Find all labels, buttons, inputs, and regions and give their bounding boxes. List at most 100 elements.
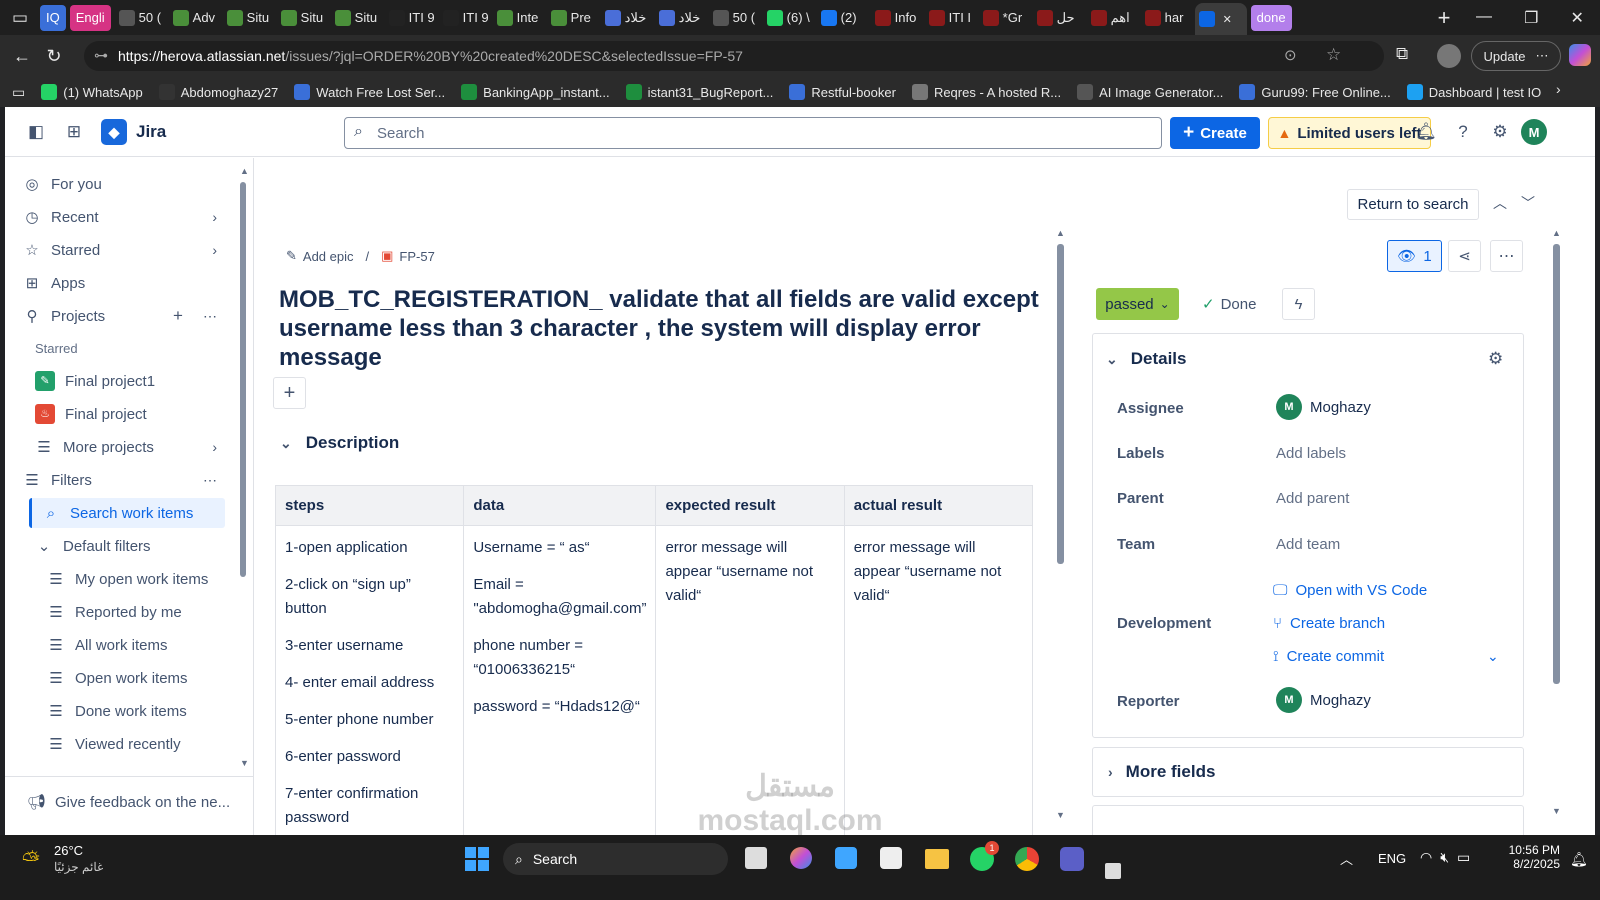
browser-tab[interactable]: Inte: [493, 5, 543, 31]
parent-value[interactable]: Add parent: [1276, 490, 1349, 507]
give-feedback-link[interactable]: 📢︎ Give feedback on the ne...: [27, 787, 247, 817]
temperature[interactable]: 26°C: [54, 843, 83, 858]
browser-tab[interactable]: 50 (: [115, 5, 165, 31]
bookmark-item[interactable]: istant31_BugReport...: [625, 84, 773, 100]
bookmark-item[interactable]: Guru99: Free Online...: [1239, 84, 1391, 100]
add-epic-link[interactable]: Add epic: [303, 249, 354, 264]
sidebar-item-filter[interactable]: ☰ Viewed recently: [47, 729, 227, 759]
issue-title[interactable]: MOB_TC_REGISTERATION_ validate that all …: [279, 285, 1039, 372]
limited-users-button[interactable]: ▲ Limited users left: [1268, 117, 1431, 149]
sidebar-item-filter[interactable]: ☰ My open work items: [47, 564, 227, 594]
notifications-icon[interactable]: 🔔︎: [1570, 851, 1588, 868]
details-settings-icon[interactable]: ⚙: [1488, 349, 1503, 369]
system-tray[interactable]: ◠ 🔇︎ ▭: [1420, 849, 1470, 866]
windows-start-icon[interactable]: [465, 847, 489, 871]
reporter-value[interactable]: M Moghazy: [1276, 687, 1371, 713]
browser-tab[interactable]: har: [1141, 5, 1191, 31]
more-dots-icon[interactable]: ⋯: [203, 308, 217, 325]
automation-lightning-icon[interactable]: ϟ: [1282, 288, 1315, 320]
restore-icon[interactable]: ❐: [1524, 8, 1538, 28]
previous-issue-icon[interactable]: ︿: [1493, 193, 1507, 213]
bookmark-item[interactable]: BankingApp_instant...: [461, 84, 610, 100]
sidebar-item-recent[interactable]: ◷ Recent ›: [23, 202, 223, 232]
reading-list-icon[interactable]: ▭: [12, 84, 25, 101]
scroll-up-icon[interactable]: ▲: [1056, 228, 1065, 238]
browser-tab[interactable]: 50 (: [709, 5, 759, 31]
chrome-icon[interactable]: [1015, 847, 1039, 871]
browser-tab[interactable]: Situ: [277, 5, 327, 31]
microsoft-store-icon[interactable]: [880, 847, 902, 869]
browser-tab[interactable]: ITI 9: [439, 5, 489, 31]
browser-tab[interactable]: Situ: [331, 5, 381, 31]
open-vs-code-link[interactable]: 🖵︎ Open with VS Code: [1273, 582, 1427, 599]
sidebar-item-for-you[interactable]: ◎ For you: [23, 169, 223, 199]
close-window-icon[interactable]: ✕: [1571, 8, 1584, 28]
browser-tab[interactable]: ✕: [1194, 3, 1247, 35]
issue-key-link[interactable]: FP-57: [399, 249, 434, 264]
bookmarks-overflow-icon[interactable]: ›: [1556, 81, 1561, 97]
copilot-icon[interactable]: [1569, 44, 1591, 66]
app-switcher-icon[interactable]: ⊞: [62, 120, 86, 144]
reader-mode-icon[interactable]: ⊙: [1284, 46, 1297, 64]
return-to-search-button[interactable]: Return to search: [1347, 189, 1479, 220]
copilot-taskbar-icon[interactable]: [790, 847, 812, 869]
data-cell[interactable]: Username = “ as“ Email = "abdomogha@gmail…: [463, 525, 657, 847]
tab-actions-icon[interactable]: ▭: [0, 6, 40, 30]
url-field[interactable]: ⊶ https://herova.atlassian.net/issues/?j…: [84, 41, 1384, 71]
new-tab-button[interactable]: +: [1428, 2, 1460, 34]
scroll-up-icon[interactable]: ▲: [1552, 228, 1561, 238]
bookmark-item[interactable]: Abdomoghazy27: [158, 84, 278, 100]
bookmark-item[interactable]: Dashboard | test IO: [1406, 84, 1541, 100]
user-avatar[interactable]: M: [1521, 119, 1547, 145]
details-header[interactable]: ⌄ Details: [1106, 349, 1186, 369]
add-content-button[interactable]: +: [273, 377, 306, 409]
browser-tab[interactable]: اهم: [1087, 5, 1137, 31]
scroll-down-icon[interactable]: ▼: [1552, 806, 1561, 816]
minimize-icon[interactable]: —: [1476, 8, 1492, 28]
status-dropdown[interactable]: passed ⌄: [1096, 288, 1179, 320]
sidebar-item-final-project1[interactable]: ✎ Final project1: [35, 366, 235, 396]
app-name[interactable]: Jira: [136, 122, 166, 142]
steps-cell[interactable]: 1-open application 2-click on “sign up” b…: [274, 525, 465, 847]
browser-tab[interactable]: Pre: [547, 5, 597, 31]
bookmark-item[interactable]: Reqres - A hosted R...: [911, 84, 1061, 100]
teams-icon[interactable]: [1060, 847, 1084, 871]
taskbar-search[interactable]: ⌕ Search: [503, 843, 728, 875]
clock[interactable]: 10:56 PM 8/2/2025: [1500, 843, 1560, 871]
bookmark-item[interactable]: (1) WhatsApp: [41, 84, 143, 100]
tab-close-icon[interactable]: ✕: [1223, 13, 1232, 26]
sidebar-item-filters[interactable]: ☰ Filters ⋯: [23, 465, 223, 495]
scroll-down-icon[interactable]: ▼: [1056, 810, 1065, 820]
scroll-up-icon[interactable]: ▲: [240, 166, 249, 176]
browser-tab[interactable]: (6) \: [763, 5, 813, 31]
sidebar-item-filter[interactable]: ☰ All work items: [47, 630, 227, 660]
details-scroll-thumb[interactable]: [1553, 244, 1560, 684]
sidebar-scrollbar[interactable]: ▲ ▼: [238, 166, 249, 768]
development-expand-icon[interactable]: ⌄: [1487, 648, 1499, 665]
snipping-tool-icon[interactable]: [1105, 863, 1121, 879]
tray-overflow-icon[interactable]: ︿: [1340, 849, 1353, 868]
site-info-icon[interactable]: ⊶: [94, 47, 108, 64]
bookmark-item[interactable]: Restful-booker: [789, 84, 896, 100]
sidebar-item-apps[interactable]: ⊞ Apps: [23, 268, 223, 298]
back-icon[interactable]: ←: [6, 40, 38, 72]
sidebar-scroll-thumb[interactable]: [240, 182, 246, 577]
bookmark-item[interactable]: AI Image Generator...: [1077, 84, 1223, 100]
details-scrollbar[interactable]: ▲ ▼: [1552, 228, 1562, 823]
share-icon[interactable]: ⋖: [1448, 240, 1481, 272]
browser-tab[interactable]: done: [1250, 4, 1292, 31]
sidebar-toggle-icon[interactable]: ◧: [24, 120, 48, 144]
team-value[interactable]: Add team: [1276, 536, 1340, 553]
description-header[interactable]: ⌄ Description: [280, 433, 399, 453]
add-project-icon[interactable]: +: [173, 306, 183, 326]
next-issue-icon[interactable]: ﹀: [1521, 193, 1535, 213]
assignee-value[interactable]: M Moghazy: [1276, 394, 1371, 420]
sidebar-item-filter[interactable]: ☰ Reported by me: [47, 597, 227, 627]
sidebar-item-filter[interactable]: ☰ Open work items: [47, 663, 227, 693]
jira-logo-icon[interactable]: ◆: [101, 119, 127, 145]
browser-tab[interactable]: حل: [1033, 5, 1083, 31]
settings-gear-icon[interactable]: ⚙: [1488, 120, 1512, 144]
create-commit-link[interactable]: ⟟ Create commit: [1273, 648, 1384, 665]
bookmark-item[interactable]: Watch Free Lost Ser...: [294, 84, 445, 100]
browser-tab[interactable]: Adv: [169, 5, 219, 31]
